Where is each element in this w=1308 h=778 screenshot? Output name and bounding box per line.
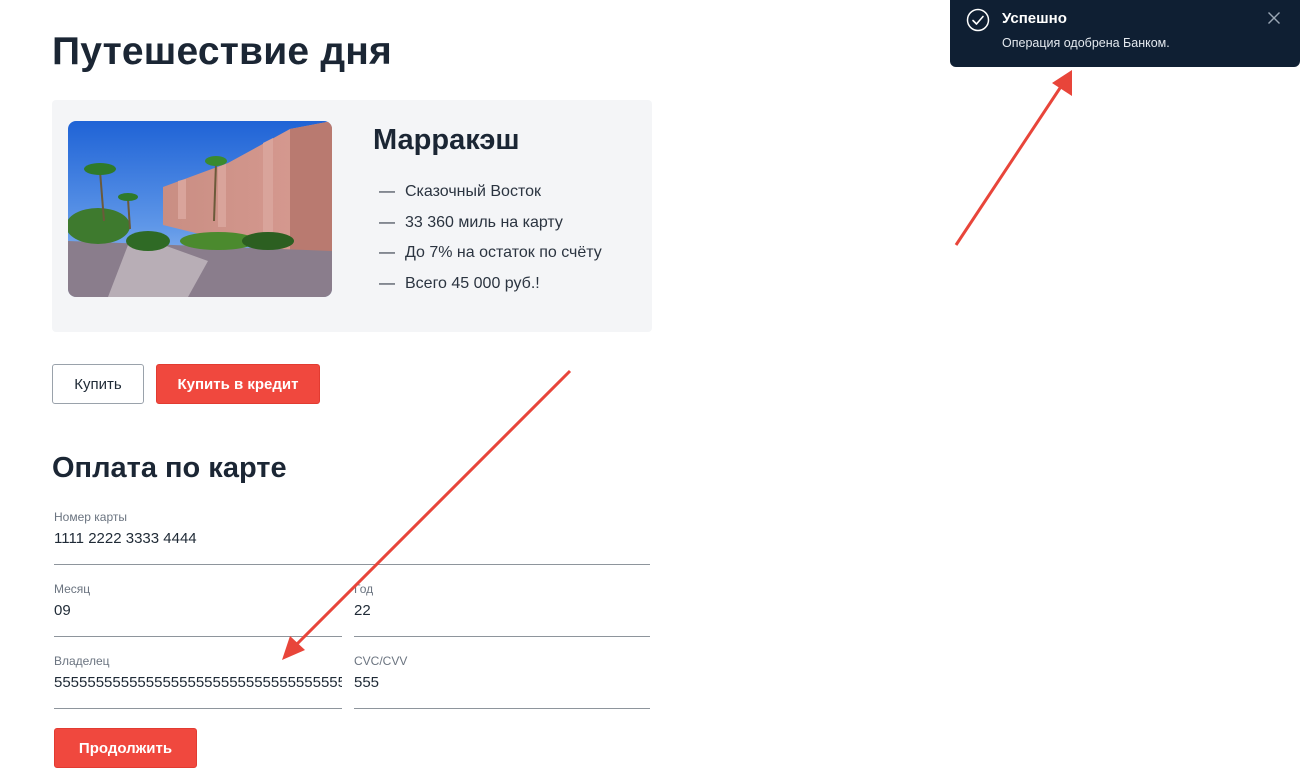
owner-field: Владелец: [54, 654, 342, 709]
buy-button[interactable]: Купить: [52, 364, 144, 404]
owner-input[interactable]: [54, 674, 342, 691]
arrow-to-toast: [954, 70, 1072, 246]
cvc-input[interactable]: [354, 674, 650, 691]
feature-item: — Всего 45 000 руб.!: [379, 272, 602, 303]
success-toast: Успешно Операция одобрена Банком.: [950, 0, 1300, 67]
feature-dash: —: [379, 244, 395, 261]
buy-credit-button[interactable]: Купить в кредит: [156, 364, 320, 404]
feature-text: Всего 45 000 руб.!: [405, 274, 540, 292]
owner-label: Владелец: [54, 654, 110, 668]
page-title: Путешествие дня: [52, 30, 393, 73]
year-label: Год: [354, 582, 374, 596]
year-input[interactable]: [354, 602, 650, 619]
month-input[interactable]: [54, 602, 342, 619]
feature-text: 33 360 миль на карту: [405, 213, 563, 231]
month-label: Месяц: [54, 582, 91, 596]
marrakesh-photo: [68, 121, 332, 297]
card-number-field: Номер карты: [54, 510, 650, 565]
feature-dash: —: [379, 183, 395, 200]
feature-text: До 7% на остаток по счёту: [405, 244, 602, 261]
payment-section-title: Оплата по карте: [52, 452, 287, 484]
feature-item: — Сказочный Восток: [379, 180, 602, 211]
feature-item: — 33 360 миль на карту: [379, 211, 602, 242]
feature-item: — До 7% на остаток по счёту: [379, 241, 602, 272]
continue-button[interactable]: Продолжить: [54, 728, 197, 768]
feature-text: Сказочный Восток: [405, 183, 541, 200]
month-field: Месяц: [54, 582, 342, 637]
feature-dash: —: [379, 213, 395, 231]
year-field: Год: [354, 582, 650, 637]
offer-card: Марракэш — Сказочный Восток — 33 360 миль …: [52, 100, 652, 332]
feature-dash: —: [379, 274, 395, 292]
city-title: Марракэш: [373, 124, 520, 156]
card-number-input[interactable]: [54, 530, 650, 547]
toast-message: Операция одобрена Банком.: [1002, 36, 1170, 50]
cvc-field: CVC/CVV: [354, 654, 650, 709]
cvc-label: CVC/CVV: [354, 654, 408, 668]
toast-title: Успешно: [1002, 10, 1067, 27]
check-circle-icon: [966, 8, 990, 32]
card-number-label: Номер карты: [54, 510, 127, 524]
feature-list: — Сказочный Восток —33 360 миль на карту …: [379, 180, 602, 302]
close-icon[interactable]: [1266, 10, 1282, 26]
